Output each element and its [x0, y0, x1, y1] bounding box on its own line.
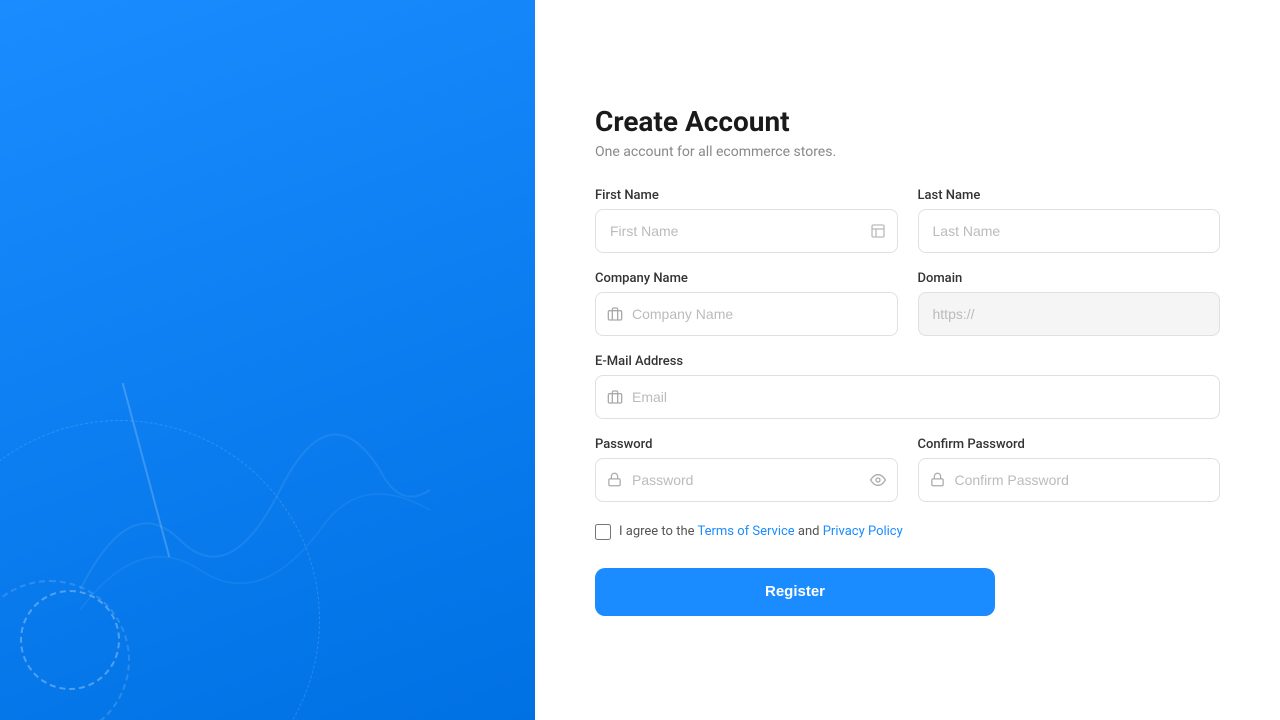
deco-wave [80, 390, 430, 640]
email-wrapper [595, 375, 1220, 419]
first-name-input[interactable] [595, 209, 898, 253]
domain-group: Domain [918, 271, 1221, 336]
password-wrapper [595, 458, 898, 502]
company-row: Company Name Domain [595, 271, 1220, 336]
lock-icon [607, 472, 622, 487]
privacy-policy-link[interactable]: Privacy Policy [823, 524, 903, 539]
register-button[interactable]: Register [595, 568, 995, 616]
last-name-input[interactable] [918, 209, 1221, 253]
domain-label: Domain [918, 271, 1221, 286]
password-group: Password [595, 437, 898, 502]
company-name-group: Company Name [595, 271, 898, 336]
right-panel: Create Account One account for all ecomm… [535, 0, 1280, 720]
email-label: E-Mail Address [595, 354, 1220, 369]
first-name-group: First Name [595, 188, 898, 253]
terms-prefix: I agree to the [619, 524, 697, 539]
email-icon [607, 389, 623, 405]
first-name-wrapper [595, 209, 898, 253]
lock-confirm-icon [930, 472, 945, 487]
last-name-group: Last Name [918, 188, 1221, 253]
terms-checkbox[interactable] [595, 524, 611, 540]
page-title: Create Account [595, 105, 1220, 138]
domain-wrapper [918, 292, 1221, 336]
name-row: First Name Last Name [595, 188, 1220, 253]
last-name-wrapper [918, 209, 1221, 253]
confirm-password-wrapper [918, 458, 1221, 502]
password-input[interactable] [595, 458, 898, 502]
company-icon [607, 306, 623, 322]
eye-icon[interactable] [870, 472, 886, 488]
form-subtitle: One account for all ecommerce stores. [595, 144, 1220, 160]
company-name-wrapper [595, 292, 898, 336]
email-input[interactable] [595, 375, 1220, 419]
company-name-input[interactable] [595, 292, 898, 336]
first-name-label: First Name [595, 188, 898, 203]
password-row: Password Confirm Password [595, 437, 1220, 502]
confirm-password-label: Confirm Password [918, 437, 1221, 452]
terms-connector: and [795, 524, 823, 539]
confirm-password-input[interactable] [918, 458, 1221, 502]
terms-of-service-link[interactable]: Terms of Service [697, 524, 794, 539]
company-name-label: Company Name [595, 271, 898, 286]
person-icon [870, 223, 886, 239]
domain-input[interactable] [918, 292, 1221, 336]
terms-row: I agree to the Terms of Service and Priv… [595, 524, 1220, 540]
left-panel [0, 0, 535, 720]
email-group: E-Mail Address [595, 354, 1220, 419]
last-name-label: Last Name [918, 188, 1221, 203]
password-label: Password [595, 437, 898, 452]
terms-text: I agree to the Terms of Service and Priv… [619, 524, 903, 539]
email-row: E-Mail Address [595, 354, 1220, 419]
confirm-password-group: Confirm Password [918, 437, 1221, 502]
